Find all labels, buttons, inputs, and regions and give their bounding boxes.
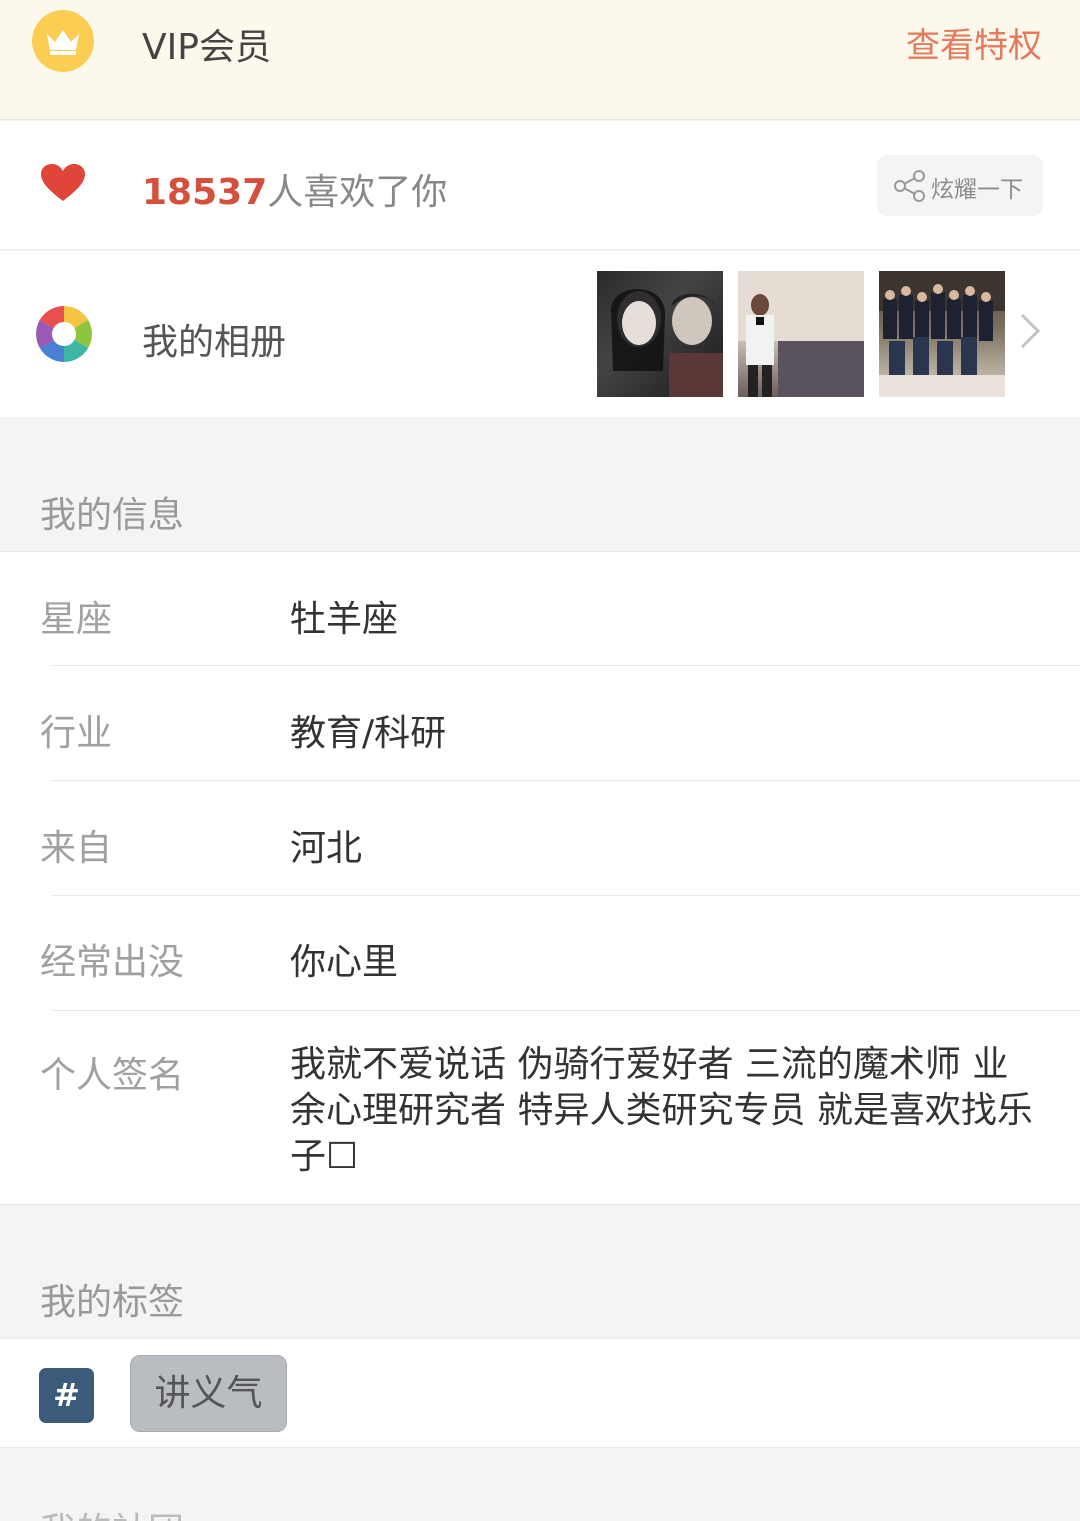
heart-icon xyxy=(41,164,85,201)
info-label: 来自 xyxy=(40,828,113,869)
info-label: 行业 xyxy=(40,713,113,754)
chevron-right-icon[interactable] xyxy=(1018,311,1042,351)
album-title: 我的相册 xyxy=(142,322,287,363)
view-privileges-link[interactable]: 查看特权 xyxy=(906,18,1042,67)
divider xyxy=(52,665,1080,666)
album-photo[interactable] xyxy=(597,271,723,397)
vip-title: VIP会员 xyxy=(142,27,271,68)
color-wheel-icon xyxy=(36,306,92,362)
signature-value: 我就不爱说话 伪骑行爱好者 三流的魔术师 业余心理研究者 特异人类研究专员 就是… xyxy=(290,1044,1033,1177)
likes-text: 18537人喜欢了你 xyxy=(142,163,447,215)
info-label: 个人签名 xyxy=(40,1055,185,1096)
vip-row[interactable]: VIP会员 查看特权 xyxy=(0,0,1080,120)
album-photo[interactable] xyxy=(738,271,864,397)
show-off-label: 炫耀一下 xyxy=(931,177,1023,203)
divider xyxy=(52,1010,1080,1011)
hashtag-icon: # xyxy=(39,1368,94,1423)
info-label: 经常出没 xyxy=(40,942,185,983)
info-value: 你心里 xyxy=(290,942,399,983)
tags-heading: 我的标签 xyxy=(40,1282,185,1323)
album-photo[interactable] xyxy=(879,271,1005,397)
likes-row: 18537人喜欢了你 炫耀一下 xyxy=(0,121,1080,250)
divider xyxy=(52,895,1080,896)
info-heading: 我的信息 xyxy=(40,495,185,536)
likes-count: 18537 xyxy=(142,172,268,213)
share-icon xyxy=(894,170,925,202)
album-row[interactable]: 我的相册 xyxy=(0,251,1080,417)
tags-card: # 讲义气 xyxy=(0,1338,1080,1448)
info-value: 牡羊座 xyxy=(290,599,399,640)
info-value: 河北 xyxy=(290,828,363,869)
info-card: 星座 牡羊座 行业 教育/科研 来自 河北 经常出没 你心里 个人签名 我就不爱… xyxy=(0,551,1080,1205)
tag-chip[interactable]: 讲义气 xyxy=(130,1355,287,1432)
likes-suffix: 人喜欢了你 xyxy=(267,172,448,213)
next-section-heading: 我的社团 xyxy=(40,1502,184,1521)
info-label: 星座 xyxy=(40,599,113,640)
info-value: 教育/科研 xyxy=(290,713,447,754)
divider xyxy=(52,780,1080,781)
show-off-button[interactable]: 炫耀一下 xyxy=(877,155,1043,216)
crown-icon xyxy=(32,10,94,72)
